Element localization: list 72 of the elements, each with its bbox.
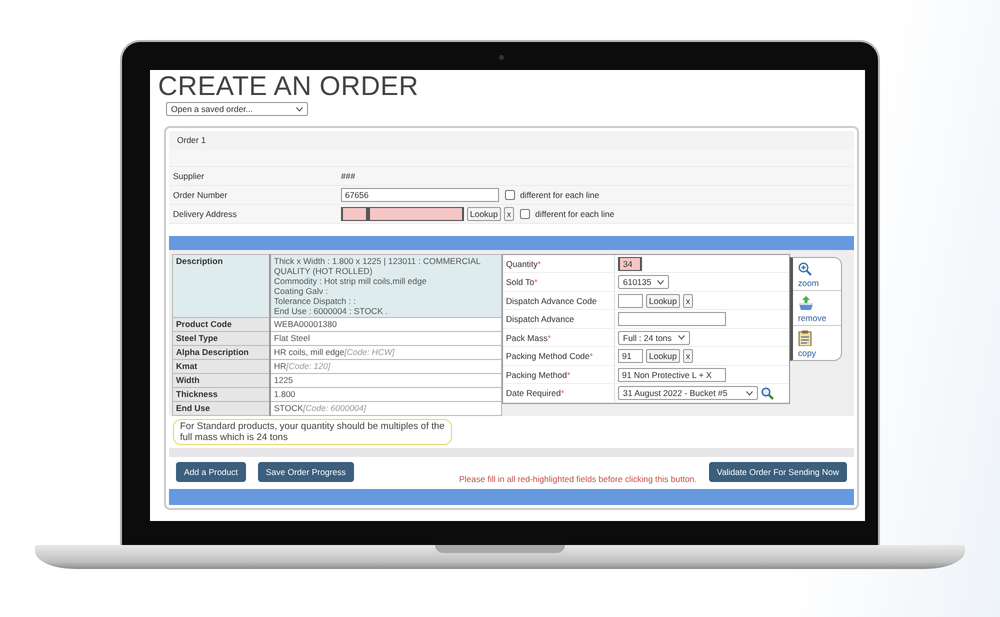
address-code-field[interactable] (341, 206, 368, 221)
checkbox[interactable] (505, 190, 515, 200)
attribute-value: HR[Code: 120] (270, 359, 502, 374)
attribute-value: Flat Steel (270, 331, 502, 346)
description-line: End Use : 6000004 : STOCK . (274, 306, 389, 316)
caret-icon (657, 280, 664, 285)
lookup-button[interactable]: Lookup (467, 206, 501, 221)
field-label: Date Required* (506, 388, 564, 398)
quantity-field[interactable]: 34 (618, 256, 642, 271)
attribute-label: Thickness (172, 387, 270, 402)
checkbox-label: different for each line (535, 208, 614, 219)
zoom-icon[interactable] (798, 262, 812, 276)
attribute-label: End Use (172, 401, 270, 416)
description-line: Coating Galv : (274, 286, 329, 296)
supplier-value: ### (341, 170, 356, 181)
attribute-value: 1225 (270, 373, 502, 388)
field-label: Sold To* (506, 277, 538, 288)
search-icon[interactable] (761, 386, 774, 400)
caret-icon (296, 106, 303, 112)
text-field[interactable]: 91 Non Protective L + X (618, 368, 726, 382)
address-field[interactable] (368, 206, 464, 221)
action-button[interactable]: Add a Product (176, 462, 246, 482)
page-title: CREATE AN ORDER (158, 70, 420, 102)
checkbox[interactable] (520, 208, 530, 219)
lookup-button[interactable]: Lookup (646, 294, 680, 308)
attribute-value: WEBA00001380 (270, 317, 502, 332)
bowl-icon[interactable] (798, 294, 814, 311)
select-field[interactable]: 610135 (618, 275, 670, 290)
attribute-label: Product Code (172, 317, 270, 332)
saved-order-select[interactable]: Open a saved order... (166, 102, 308, 116)
attribute-label: Description (176, 256, 223, 266)
field-label: Dispatch Advance (506, 314, 574, 324)
attribute-value: HR coils, mill edge[Code: HCW] (270, 345, 502, 360)
caret-icon (678, 335, 685, 340)
checkbox-label: different for each line (520, 190, 600, 200)
text-field[interactable] (618, 312, 726, 326)
hint-note: For Standard products, your quantity should be multiples of the full mass which is 24 tons (173, 418, 452, 445)
caret-icon (746, 390, 753, 396)
action-link[interactable]: copy (798, 348, 816, 358)
attribute-label: Alpha Description (172, 345, 270, 360)
validate-button[interactable]: Validate Order For Sending Now (708, 462, 847, 482)
order-heading: Order 1 (177, 135, 206, 146)
field-label: Quantity* (506, 258, 541, 269)
select-field[interactable]: Full : 24 tons (618, 330, 690, 345)
field-label: Pack Mass* (506, 332, 551, 343)
attribute-value: 1.800 (270, 387, 502, 402)
action-link[interactable]: zoom (798, 278, 819, 288)
order-number-field[interactable]: 67656 (341, 188, 499, 202)
field-label: Order Number (172, 190, 228, 200)
action-button[interactable]: Save Order Progress (258, 462, 354, 482)
clear-button[interactable]: x (682, 349, 694, 364)
code-field[interactable] (618, 294, 643, 308)
field-label: Packing Method* (506, 370, 570, 380)
clear-button[interactable]: x (682, 294, 694, 308)
attribute-label: Steel Type (172, 331, 270, 346)
field-label: Dispatch Advance Code (506, 296, 597, 306)
description-line: Commodity : Hot strip mill coils,mill edge (274, 276, 428, 286)
field-label: Packing Method Code* (506, 351, 593, 362)
field-label: Delivery Address (172, 208, 238, 219)
attribute-label: Kmat (172, 359, 270, 374)
code-field[interactable]: 91 (618, 349, 643, 364)
select-field[interactable]: 31 August 2022 - Bucket #5 (618, 386, 758, 400)
attribute-value: STOCK[Code: 6000004] (270, 401, 502, 416)
action-link[interactable]: remove (798, 312, 826, 323)
description-line: Tolerance Dispatch : : (274, 296, 357, 306)
field-label: Supplier (172, 170, 206, 181)
warning-text: Please fill in all red-highlighted fields before clicking this button. (459, 474, 697, 484)
attribute-label: Width (172, 373, 270, 388)
description-line: Thick x Width : 1.800 x 1225 | 123011 : COMMERCIAL QUALITY (HOT ROLLED) (274, 256, 482, 276)
clear-button[interactable]: x (504, 206, 514, 221)
clipboard-icon[interactable] (798, 330, 812, 346)
lookup-button[interactable]: Lookup (646, 349, 680, 364)
